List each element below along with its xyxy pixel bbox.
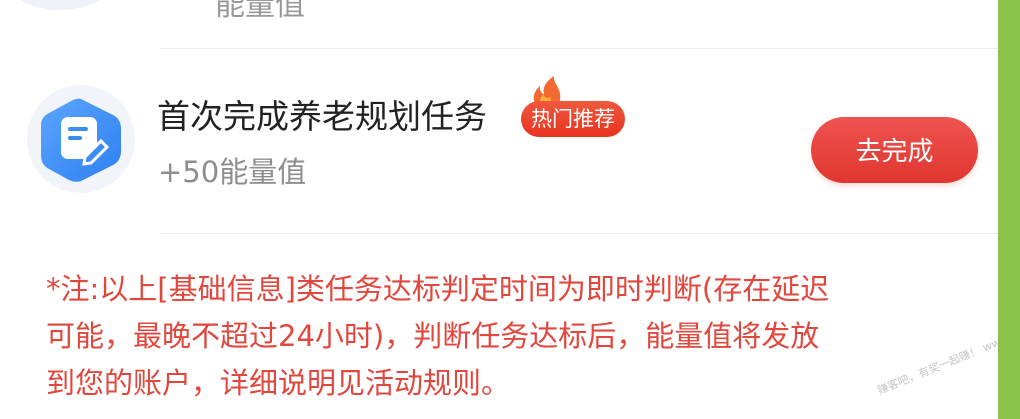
task-title: 首次完成养老规划任务 bbox=[157, 97, 487, 136]
previous-task-icon bbox=[0, 0, 120, 10]
task-note-icon bbox=[27, 85, 135, 193]
divider bbox=[160, 233, 998, 234]
side-strip bbox=[998, 0, 1020, 419]
task-reward: +50能量值 bbox=[158, 155, 307, 189]
hot-recommend-badge: 热门推荐 bbox=[521, 101, 625, 137]
task-note-text: *注:以上[基础信息]类任务达标判定时间为即时判断(存在延迟 可能，最晚不超过2… bbox=[46, 266, 971, 407]
go-complete-button[interactable]: 去完成 bbox=[811, 117, 978, 183]
previous-task-reward: 能量值 bbox=[215, 0, 305, 23]
task-list: 能量值 首次完成养老规划任务 热门推荐 +50能量值 去完成 *注:以上[基础信… bbox=[0, 0, 1020, 419]
note-line: 可能，最晚不超过24小时)，判断任务达标后，能量值将发放 bbox=[46, 319, 820, 353]
divider bbox=[160, 48, 998, 49]
note-line: *注:以上[基础信息]类任务达标判定时间为即时判断(存在延迟 bbox=[46, 272, 830, 306]
note-line: 到您的账户，详细说明见活动规则。 bbox=[46, 366, 511, 400]
